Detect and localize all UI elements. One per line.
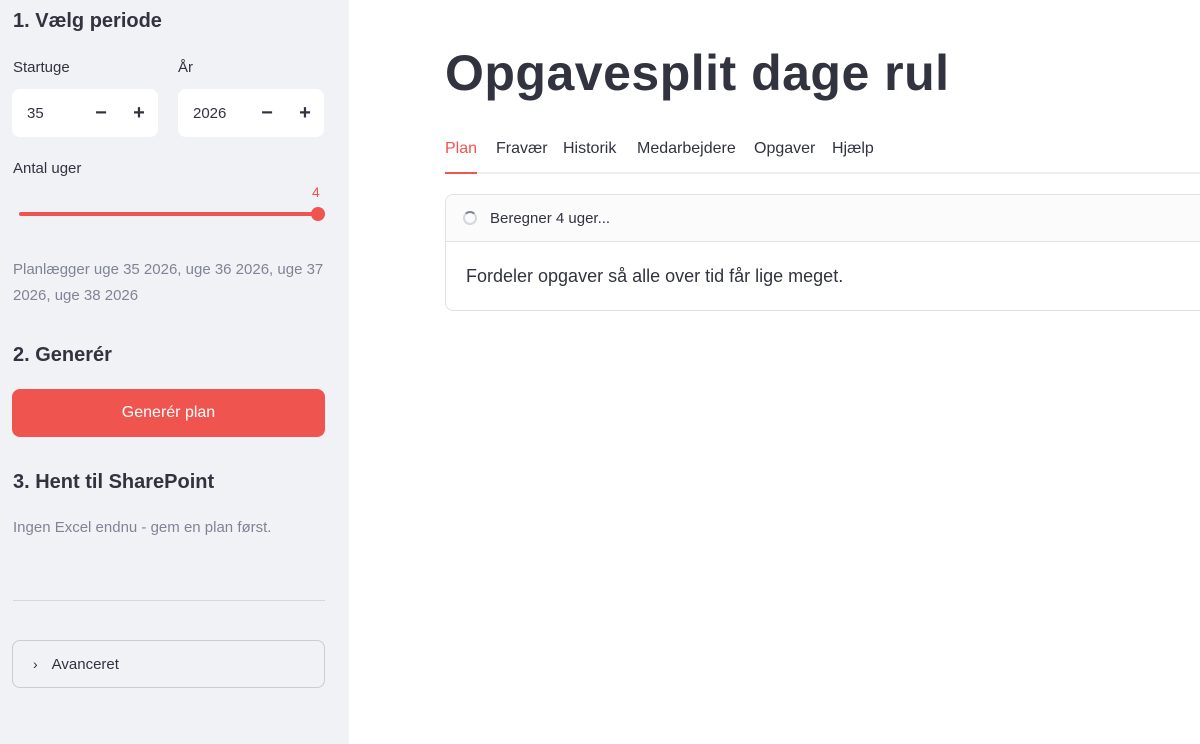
plan-weeks-note: Planlægger uge 35 2026, uge 36 2026, uge… [13, 261, 324, 304]
section-title-period: 1. Vælg periode [13, 10, 162, 32]
weeks-slider-track[interactable] [19, 212, 318, 216]
section-title-sharepoint: 3. Hent til SharePoint [13, 471, 215, 493]
start-week-increment-button[interactable]: + [120, 89, 158, 137]
tab-hjaelp[interactable]: Hjælp [832, 140, 874, 174]
weeks-slider-thumb[interactable] [311, 207, 325, 221]
start-week-decrement-button[interactable]: − [82, 89, 120, 137]
year-increment-button[interactable]: + [286, 89, 324, 137]
tab-opgaver[interactable]: Opgaver [754, 140, 815, 174]
advanced-expander[interactable]: › Avanceret [12, 640, 325, 688]
sidebar-divider [13, 600, 325, 601]
page-title: Opgavesplit dage rul [445, 45, 950, 101]
weeks-slider-label: Antal uger [13, 160, 82, 177]
year-value[interactable]: 2026 [178, 105, 248, 122]
start-week-input: 35 − + [12, 89, 158, 137]
tab-medarbejdere[interactable]: Medarbejdere [637, 140, 736, 174]
year-label: År [178, 59, 193, 76]
status-container: Beregner 4 uger... Fordeler opgaver så a… [445, 194, 1200, 311]
spinner-icon [463, 211, 477, 225]
sidebar: 1. Vælg periode Startuge 35 − + År 2026 … [0, 0, 349, 744]
year-decrement-button[interactable]: − [248, 89, 286, 137]
no-excel-note: Ingen Excel endnu - gem en plan først. [13, 519, 272, 536]
section-title-generate: 2. Generér [13, 344, 112, 366]
start-week-value[interactable]: 35 [12, 105, 82, 122]
tab-historik[interactable]: Historik [563, 140, 616, 174]
generate-plan-button[interactable]: Generér plan [12, 389, 325, 437]
tab-plan[interactable]: Plan [445, 140, 478, 174]
advanced-label: Avanceret [51, 655, 119, 673]
chevron-right-icon: › [33, 656, 38, 672]
status-header: Beregner 4 uger... [446, 195, 1200, 242]
year-input: 2026 − + [178, 89, 324, 137]
tab-bar: Plan Fravær Historik Medarbejdere Opgave… [445, 134, 1200, 174]
status-header-text: Beregner 4 uger... [490, 209, 611, 227]
start-week-label: Startuge [13, 59, 70, 76]
tab-fravaer[interactable]: Fravær [496, 140, 548, 174]
status-message: Fordeler opgaver så alle over tid får li… [466, 266, 844, 286]
weeks-slider-value: 4 [312, 184, 320, 200]
